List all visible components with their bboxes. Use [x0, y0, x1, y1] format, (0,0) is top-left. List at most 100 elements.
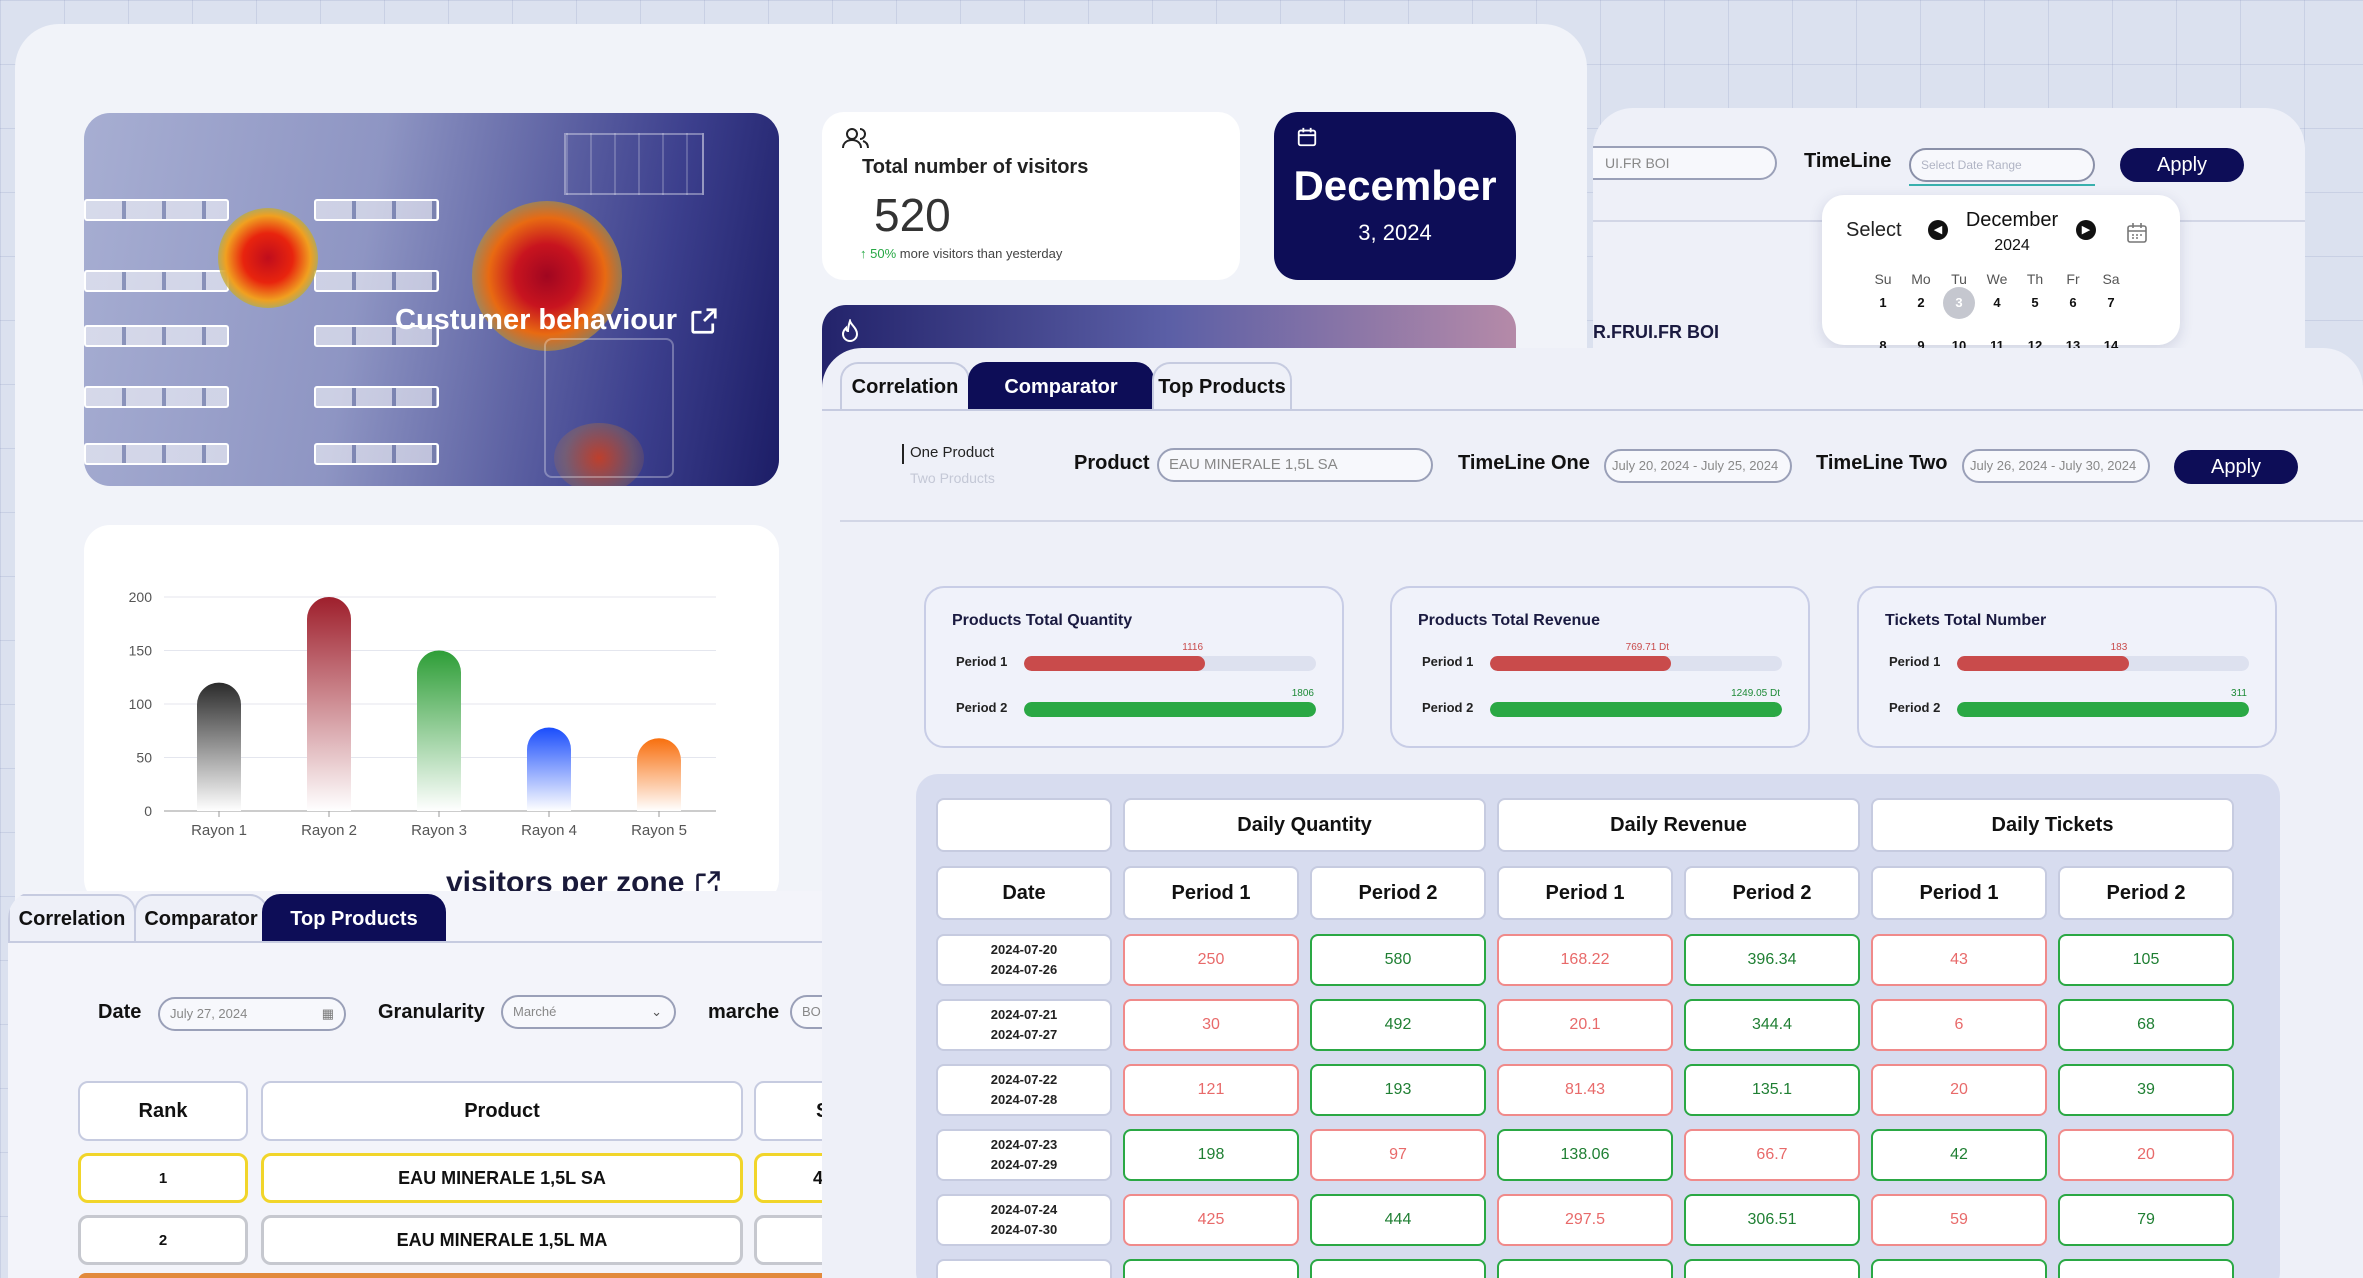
calendar-select-label: Select	[1846, 219, 1902, 241]
value-cell: 138.06	[1497, 1129, 1673, 1181]
value-cell: 43	[1871, 934, 2047, 986]
heatmap-title-text: Custumer behaviour	[395, 304, 677, 336]
product-input[interactable]: EAU MINERALE 1,5L SA	[1157, 448, 1433, 482]
mode-two-products[interactable]: Two Products	[910, 470, 995, 486]
kpi-title: Tickets Total Number	[1885, 612, 2047, 629]
value-cell: 6	[1871, 999, 2047, 1051]
value-cell: 20	[1871, 1064, 2047, 1116]
period-header: Period 2	[1684, 866, 1860, 920]
tab-comparator[interactable]: Comparator	[968, 362, 1154, 410]
tab-top-products[interactable]: Top Products	[1152, 362, 1292, 410]
apply-button[interactable]: Apply	[2174, 450, 2298, 484]
bar-rayon-3[interactable]	[417, 650, 461, 812]
date-input[interactable]: July 27, 2024 ▦	[158, 997, 346, 1031]
apply-button[interactable]: Apply	[2120, 148, 2244, 182]
period-label: Period 2	[956, 700, 1008, 715]
chevron-right-icon[interactable]: ▶	[2076, 220, 2096, 240]
tab-comparator[interactable]: Comparator	[134, 894, 268, 942]
rank-header: Rank	[78, 1081, 248, 1141]
calendar-day[interactable]: 3	[1943, 287, 1975, 319]
progress-fill	[1490, 656, 1672, 671]
group-header: Daily Quantity	[1123, 798, 1486, 852]
timeline-two-input[interactable]: July 26, 2024 - July 30, 2024	[1962, 449, 2150, 483]
weekday-label: Tu	[1951, 271, 1967, 287]
calendar-day[interactable]: 4	[1981, 287, 2013, 319]
timeline-label: TimeLine	[1804, 150, 1892, 172]
shelf	[84, 199, 229, 221]
search-field[interactable]: UI.FR BOI	[1593, 146, 1777, 180]
comparison-table: Daily Quantity Daily Revenue Daily Tickets…	[916, 774, 2280, 1278]
value-cell	[2058, 1259, 2234, 1278]
granularity-label: Granularity	[378, 1001, 485, 1023]
calendar-day[interactable]: 7	[2095, 287, 2127, 319]
value-cell	[1684, 1259, 1860, 1278]
kpi-card: Products Total Revenue Period 1 769.71 Dt P…	[1390, 586, 1810, 748]
value-cell: 79	[2058, 1194, 2234, 1246]
value-cell: 4	[754, 1153, 822, 1203]
arrow-up-icon: ↑	[860, 246, 867, 261]
timeline-one-input[interactable]: July 20, 2024 - July 25, 2024	[1604, 449, 1792, 483]
x-tick-label: Rayon 3	[411, 822, 467, 839]
value-cell: 20.1	[1497, 999, 1673, 1051]
timeline-range-input[interactable]: Select Date Range	[1909, 148, 2095, 182]
value-cell: 198	[1123, 1129, 1299, 1181]
mode-one-product[interactable]: One Product	[910, 444, 994, 461]
date-start: 2024-07-23	[990, 1137, 1058, 1152]
date-end: 2024-07-29	[990, 1157, 1058, 1172]
calendar-day[interactable]: 1	[1867, 287, 1899, 319]
bar-rayon-5[interactable]	[637, 738, 681, 811]
period-label: Period 1	[956, 654, 1008, 669]
calendar-icon[interactable]	[2125, 221, 2149, 245]
visitors-label: Total number of visitors	[862, 156, 1089, 178]
value-cell: 193	[1310, 1064, 1486, 1116]
value-cell: 306.51	[1684, 1194, 1860, 1246]
calendar-day[interactable]: 5	[2019, 287, 2051, 319]
granularity-select[interactable]: Marché ⌄	[501, 995, 676, 1029]
visitors-chart-card: 0 50 100 150 200 Rayon 1 Rayon 2 Rayon 3 Rayon 4…	[84, 525, 779, 905]
period-label: Period 2	[1889, 700, 1941, 715]
tab-correlation[interactable]: Correlation	[840, 362, 970, 410]
product-cell: EAU MINERALE 1,5L MA	[261, 1215, 743, 1265]
value-cell: 42	[1871, 1129, 2047, 1181]
marche-select[interactable]: BO	[790, 995, 822, 1029]
rank-cell: 2	[78, 1215, 248, 1265]
rank-cell: 1	[78, 1153, 248, 1203]
tab-correlation[interactable]: Correlation	[8, 894, 136, 942]
progress-value: 1806	[1291, 688, 1314, 699]
mode-indicator	[902, 444, 904, 464]
y-tick-label: 150	[129, 643, 153, 659]
date-month: December	[1293, 162, 1497, 209]
heatmap-card[interactable]	[84, 113, 779, 486]
shelf	[84, 270, 229, 292]
period-header: Period 1	[1123, 866, 1299, 920]
external-link-icon[interactable]	[689, 306, 719, 336]
value-cell	[754, 1215, 822, 1265]
bar-rayon-1[interactable]	[197, 682, 241, 811]
calendar-day[interactable]: 2	[1905, 287, 1937, 319]
date-cell: 2024-07-25	[936, 1259, 1112, 1278]
progress-value: 183	[2110, 642, 2128, 653]
bar-rayon-4[interactable]	[527, 727, 571, 811]
progress-fill	[1024, 656, 1206, 671]
weekday-label: Sa	[2102, 271, 2120, 287]
kpi-title: Products Total Quantity	[952, 612, 1133, 629]
kpi-card: Products Total Quantity Period 1 1116 Perio…	[924, 586, 1344, 748]
tabs-divider	[822, 409, 2363, 411]
calendar-day[interactable]: 6	[2057, 287, 2089, 319]
row-partial	[78, 1273, 822, 1278]
tab-top-products[interactable]: Top Products	[262, 894, 446, 942]
value-cell	[1123, 1259, 1299, 1278]
progress-track	[1024, 702, 1316, 717]
progress-fill	[1957, 702, 2249, 717]
date-cell: 2024-07-21 2024-07-27	[936, 999, 1112, 1051]
heatmap-title[interactable]: Custumer behaviour	[395, 304, 719, 337]
value-cell	[1497, 1259, 1673, 1278]
visitors-trend: ↑ 50% more visitors than yesterday	[860, 246, 1062, 261]
progress-fill	[1024, 702, 1316, 717]
bar-rayon-2[interactable]	[307, 597, 351, 811]
calendar-month: December	[1965, 209, 2059, 231]
value-cell: 396.34	[1684, 934, 1860, 986]
visitors-count: 520	[874, 189, 951, 241]
weekday-label: Mo	[1911, 271, 1931, 287]
chevron-left-icon[interactable]: ◀	[1928, 220, 1948, 240]
